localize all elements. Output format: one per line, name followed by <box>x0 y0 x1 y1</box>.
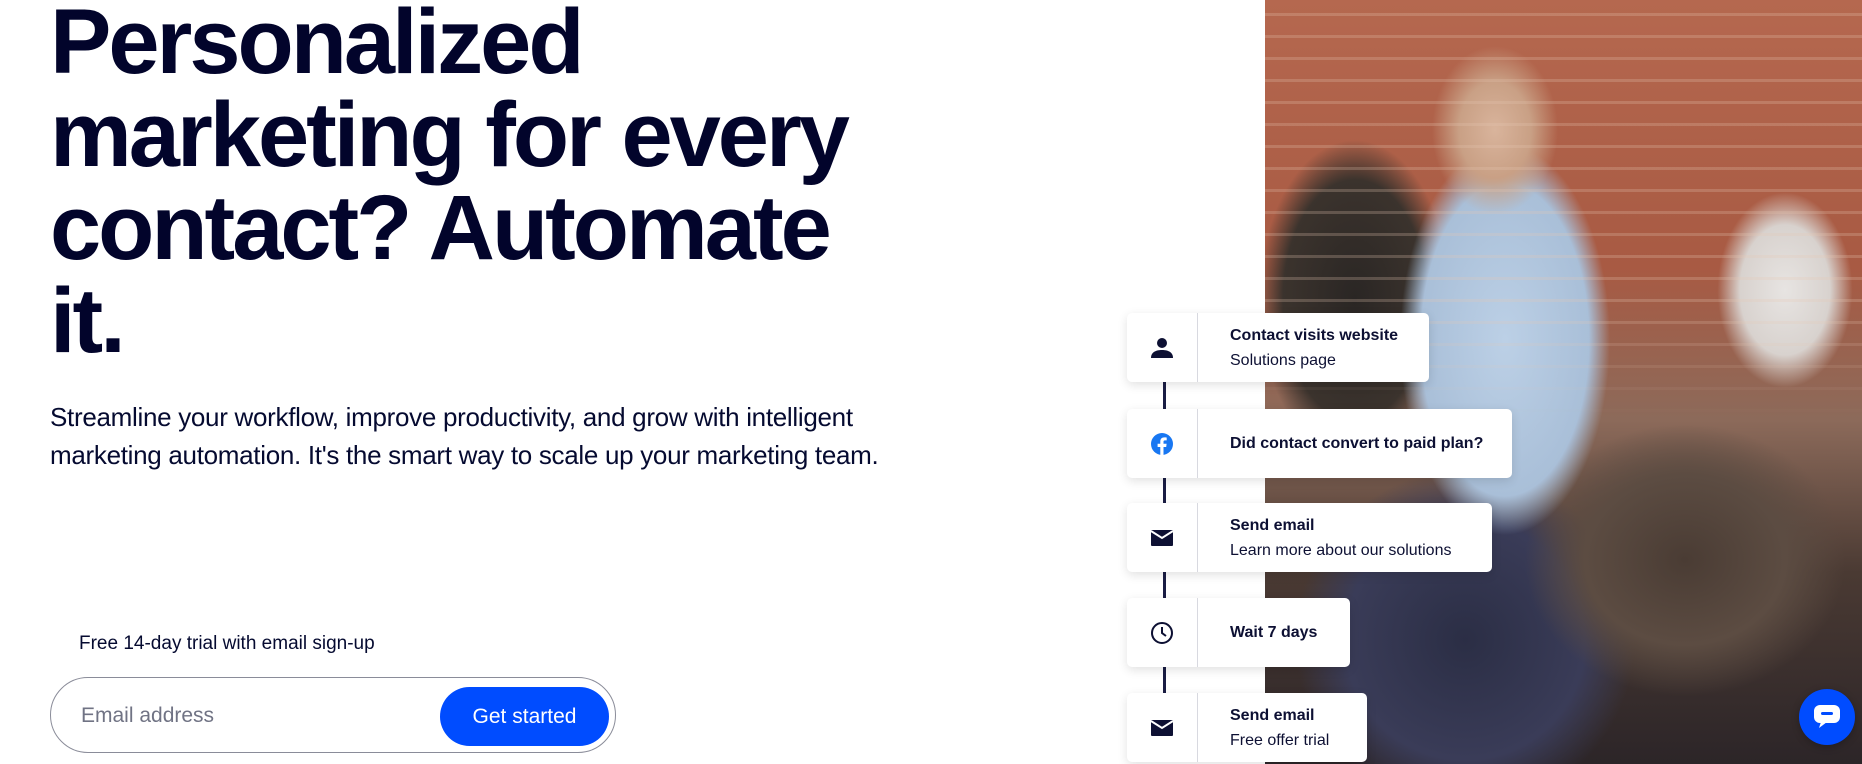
hero-photo <box>1265 0 1862 764</box>
email-input[interactable] <box>79 696 423 736</box>
step-detail: Learn more about our solutions <box>1230 541 1452 559</box>
chat-button[interactable] <box>1799 689 1855 745</box>
workflow-step-contact-visits: Contact visits website Solutions page <box>1127 313 1429 382</box>
step-title: Contact visits website <box>1230 326 1399 344</box>
workflow-step-convert-check: Did contact convert to paid plan? <box>1127 409 1512 478</box>
connector-line <box>1163 476 1166 503</box>
person-icon <box>1151 337 1173 358</box>
headline-line: Personalized <box>50 0 585 93</box>
get-started-button[interactable]: Get started <box>440 687 609 746</box>
step-title: Wait 7 days <box>1230 624 1318 641</box>
step-title: Did contact convert to paid plan? <box>1230 435 1484 452</box>
clock-icon <box>1151 621 1173 644</box>
step-detail: Free offer trial <box>1230 731 1330 749</box>
workflow-step-wait: Wait 7 days <box>1127 598 1350 667</box>
headline-line: it. <box>50 270 126 372</box>
connector-line <box>1163 571 1166 598</box>
headline-line: marketing for every <box>50 84 850 186</box>
workflow-step-send-email-2: Send email Free offer trial <box>1127 693 1367 762</box>
envelope-icon <box>1150 719 1174 736</box>
facebook-icon <box>1151 432 1173 455</box>
hero-subheading: Streamline your workflow, improve produc… <box>50 402 879 470</box>
envelope-icon <box>1150 529 1174 546</box>
chat-bubble-icon <box>1814 705 1840 728</box>
connector-line <box>1163 666 1166 693</box>
hero-headline: Personalized marketing for every contact… <box>50 0 930 368</box>
workflow-step-send-email: Send email Learn more about our solutions <box>1127 503 1492 572</box>
connector-line <box>1163 382 1166 409</box>
step-title: Send email <box>1230 706 1315 724</box>
step-detail: Solutions page <box>1230 351 1336 369</box>
trial-label: Free 14-day trial with email sign-up <box>79 633 375 654</box>
headline-line: contact? Automate <box>50 177 832 279</box>
signup-form: Get started <box>50 677 616 753</box>
step-title: Send email <box>1230 516 1315 534</box>
